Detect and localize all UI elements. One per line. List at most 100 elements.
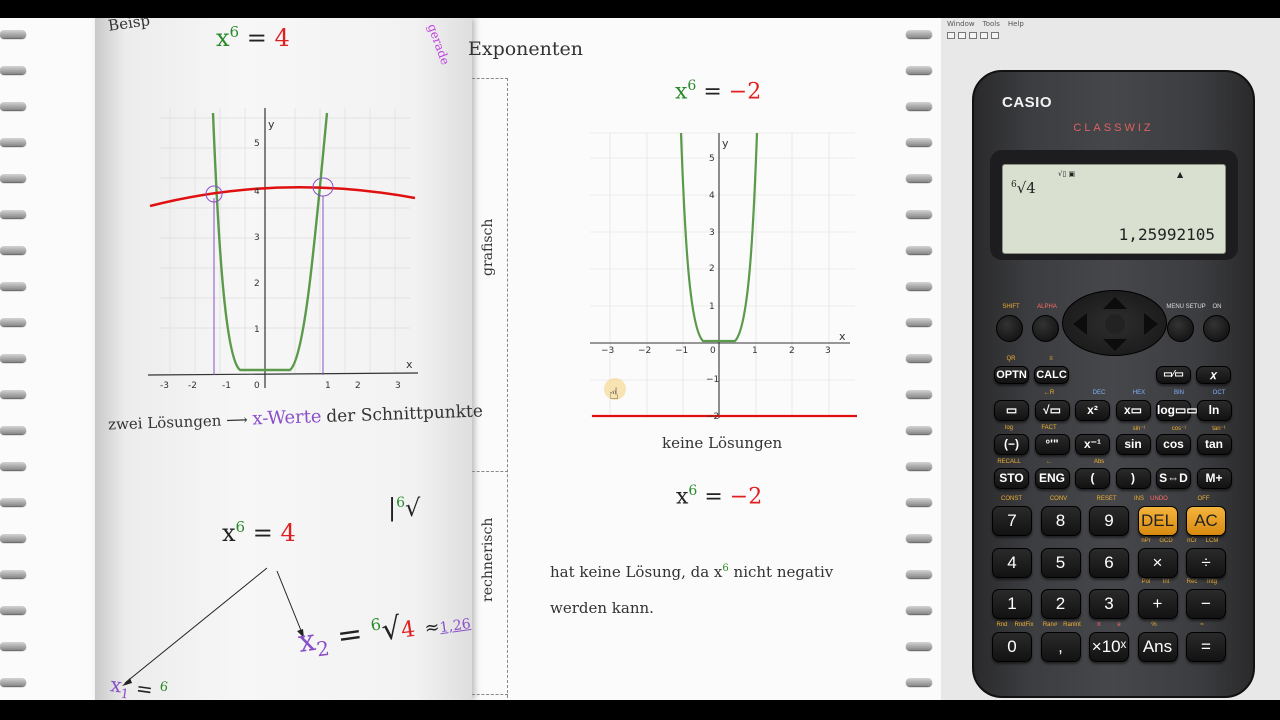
- sd-toggle-button[interactable]: S⇔D: [1156, 468, 1191, 489]
- shift-label: nPr: [1141, 538, 1151, 544]
- optn-button[interactable]: OPTN: [994, 366, 1029, 384]
- degree-button[interactable]: °'": [1034, 434, 1070, 455]
- binder-ring: [0, 678, 26, 686]
- shift-label: Abs: [1093, 459, 1105, 465]
- decimal-comma-button[interactable]: ,: [1040, 632, 1081, 662]
- ac-button[interactable]: AC: [1186, 506, 1226, 536]
- digit-6-button[interactable]: 6: [1089, 548, 1129, 578]
- plus-button[interactable]: +: [1137, 589, 1178, 619]
- label-alpha: ALPHA: [1037, 304, 1057, 310]
- alpha-button[interactable]: [1032, 315, 1059, 342]
- shift-label: %: [1151, 622, 1157, 628]
- close-paren-button[interactable]: ): [1115, 468, 1151, 489]
- x1-sub: 1: [119, 686, 130, 700]
- digit-4-button[interactable]: 4: [992, 548, 1032, 578]
- binder-ring: [0, 606, 26, 614]
- binder-ring: [906, 66, 932, 74]
- shift-label: tan⁻¹: [1212, 426, 1226, 432]
- digit-5-button[interactable]: 5: [1040, 548, 1081, 578]
- y-tick: −2: [706, 412, 719, 422]
- root-operation: |6√: [388, 494, 421, 522]
- m-plus-button[interactable]: M+: [1196, 468, 1232, 489]
- digit-3-button[interactable]: 3: [1089, 589, 1129, 619]
- binder-ring: [906, 390, 932, 398]
- menu-window[interactable]: Window: [947, 20, 975, 28]
- eng-button[interactable]: ENG: [1034, 468, 1070, 489]
- toolbar-icon[interactable]: [969, 32, 977, 39]
- binder-ring: [0, 246, 26, 254]
- dpad-arrows-icon: [1073, 297, 1158, 351]
- menu-tools[interactable]: Tools: [983, 20, 1000, 28]
- shift-label: π: [1096, 622, 1102, 628]
- toolbar-icon[interactable]: [991, 32, 999, 39]
- binder-ring: [906, 318, 932, 326]
- binder-ring: [0, 354, 26, 362]
- x-tick: -1: [222, 381, 231, 391]
- toolbar-icon[interactable]: [958, 32, 966, 39]
- ans-button[interactable]: Ans: [1137, 632, 1178, 662]
- divide-button[interactable]: ÷: [1186, 548, 1226, 578]
- tan-button[interactable]: tan: [1196, 434, 1232, 455]
- on-button[interactable]: [1203, 315, 1230, 342]
- y-tick: 2: [709, 264, 715, 274]
- shift-label: Int: [1162, 579, 1170, 585]
- axis-x-label: x: [839, 330, 846, 343]
- binder-ring: [0, 426, 26, 434]
- notebook-page: Beisp gerade Exponenten x6 = 4 x y -3 -2…: [0, 18, 941, 700]
- shift-label: UNDO: [1150, 496, 1168, 502]
- sto-button[interactable]: STO: [994, 468, 1029, 489]
- minus-button[interactable]: −: [1186, 589, 1226, 619]
- open-paren-button[interactable]: (: [1075, 468, 1110, 489]
- shift-label: e: [1117, 622, 1121, 628]
- ln-button[interactable]: ln: [1196, 400, 1232, 421]
- menu-button[interactable]: [1167, 315, 1194, 342]
- eq-base: x: [675, 79, 688, 105]
- digit-1-button[interactable]: 1: [992, 589, 1032, 619]
- negative-button[interactable]: (−): [994, 434, 1029, 455]
- binder-ring: [906, 30, 932, 38]
- variable-x-button[interactable]: 𝑥: [1196, 366, 1231, 384]
- direction-pad[interactable]: [1062, 290, 1167, 356]
- root-index: 6: [396, 495, 406, 511]
- screen: Beisp gerade Exponenten x6 = 4 x y -3 -2…: [0, 0, 1280, 720]
- digit-2-button[interactable]: 2: [1040, 589, 1081, 619]
- shift-button[interactable]: [996, 315, 1023, 342]
- log-base-button[interactable]: log▭▭: [1156, 400, 1198, 421]
- sin-button[interactable]: sin: [1115, 434, 1151, 455]
- digit-9-button[interactable]: 9: [1089, 506, 1129, 536]
- eq-base: x: [216, 24, 230, 52]
- digit-0-button[interactable]: 0: [992, 632, 1032, 662]
- equals-button[interactable]: =: [1186, 632, 1226, 662]
- x2-eq: =: [334, 616, 365, 655]
- fraction-button[interactable]: ▭⁄▭: [1156, 366, 1191, 384]
- shift-label: QR: [1006, 356, 1016, 362]
- shift-label: Pol: [1141, 579, 1151, 585]
- binder-ring: [906, 642, 932, 650]
- sqrt-button[interactable]: √▭: [1034, 400, 1070, 421]
- toolbar-icon[interactable]: [947, 32, 955, 39]
- y-tick: −1: [706, 375, 719, 385]
- reciprocal-button[interactable]: x⁻¹: [1075, 434, 1110, 455]
- digit-7-button[interactable]: 7: [992, 506, 1032, 536]
- toolbar-icon[interactable]: [980, 32, 988, 39]
- exp10-button[interactable]: ×10ˣ: [1089, 632, 1129, 662]
- multiply-button[interactable]: ×: [1137, 548, 1178, 578]
- digit-8-button[interactable]: 8: [1040, 506, 1081, 536]
- binder-ring: [906, 246, 932, 254]
- caption-highlight: x-Werte: [252, 406, 322, 430]
- calc-button[interactable]: CALC: [1034, 366, 1069, 384]
- fraction-template-button[interactable]: ▭: [994, 400, 1029, 421]
- power-button[interactable]: x▭: [1115, 400, 1151, 421]
- binder-ring: [0, 210, 26, 218]
- shift-label: nCr: [1187, 538, 1197, 544]
- binder-ring: [0, 534, 26, 542]
- explanation-a: hat keine Lösung, da x: [550, 563, 723, 581]
- binder-ring: [0, 66, 26, 74]
- x-tick: -2: [188, 381, 197, 391]
- axis-y-label: y: [268, 118, 275, 131]
- square-button[interactable]: x²: [1075, 400, 1110, 421]
- binder-ring: [0, 462, 26, 470]
- cos-button[interactable]: cos: [1156, 434, 1191, 455]
- del-button[interactable]: DEL: [1137, 506, 1178, 536]
- menu-help[interactable]: Help: [1008, 20, 1024, 28]
